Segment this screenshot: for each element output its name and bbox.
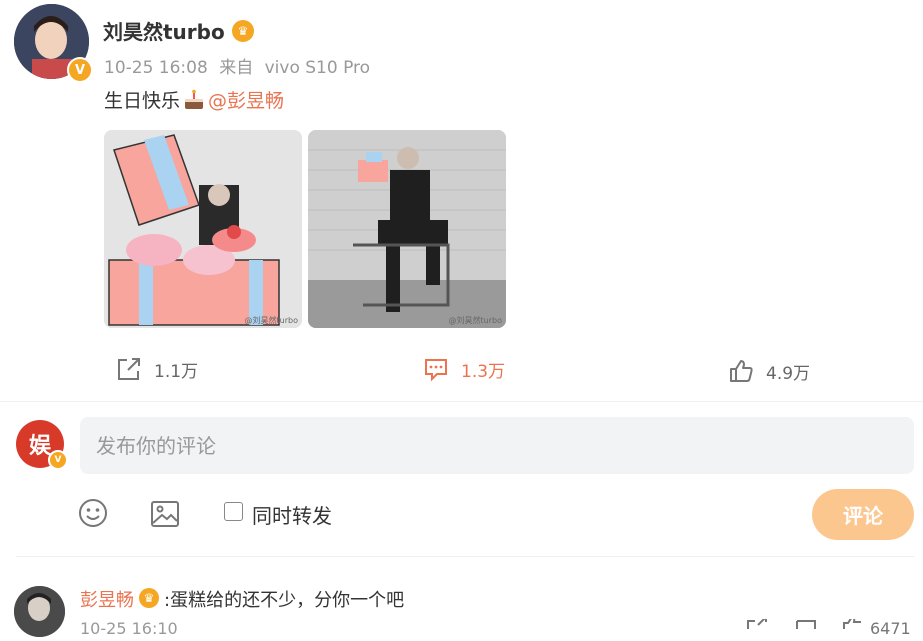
comment-repost-icon[interactable] bbox=[746, 619, 768, 629]
author-name[interactable]: 刘昊然turbo bbox=[103, 16, 225, 45]
post-image-2[interactable]: @刘昊然turbo bbox=[308, 130, 506, 328]
comment-text: :蛋糕给的还不少，分你一个吧 bbox=[164, 590, 405, 611]
divider bbox=[0, 401, 923, 402]
comment-input[interactable] bbox=[80, 417, 914, 474]
thumbs-up-icon bbox=[843, 619, 861, 629]
crown-icon: ♛ bbox=[232, 20, 254, 42]
repost-label[interactable]: 同时转发 bbox=[252, 500, 332, 529]
thumbs-up-icon bbox=[730, 360, 753, 382]
repost-icon bbox=[118, 358, 140, 380]
commenter-name[interactable]: 彭昱畅 bbox=[80, 586, 134, 612]
verified-badge-icon: V bbox=[48, 450, 68, 470]
like-count: 4.9万 bbox=[766, 363, 811, 384]
cake-emoji-icon bbox=[185, 89, 204, 109]
comment-button[interactable]: 1.3万 bbox=[423, 356, 505, 382]
post-text-body: 生日快乐 bbox=[104, 90, 181, 112]
repost-button[interactable]: 1.1万 bbox=[116, 356, 198, 382]
repost-count: 1.1万 bbox=[154, 361, 199, 382]
post-image-1[interactable]: @刘昊然turbo bbox=[104, 130, 302, 328]
comment-reply-icon[interactable] bbox=[795, 619, 817, 629]
image-upload-icon[interactable] bbox=[150, 500, 180, 528]
image-watermark: @刘昊然turbo bbox=[448, 316, 502, 325]
post-meta: 10-25 16:08 来自 vivo S10 Pro bbox=[104, 53, 370, 78]
source-prefix: 来自 bbox=[219, 58, 254, 78]
image-watermark: @刘昊然turbo bbox=[244, 316, 298, 325]
verified-badge-icon: V bbox=[67, 57, 93, 83]
divider bbox=[16, 556, 914, 557]
post-text: 生日快乐 @彭昱畅 bbox=[104, 86, 284, 113]
post-source: vivo S10 Pro bbox=[264, 58, 371, 78]
post-time[interactable]: 10-25 16:08 bbox=[104, 58, 208, 78]
comment-icon bbox=[425, 359, 447, 382]
repost-checkbox[interactable] bbox=[224, 502, 243, 521]
submit-comment-button[interactable]: 评论 bbox=[812, 489, 914, 540]
emoji-icon[interactable] bbox=[78, 498, 108, 528]
commenter-avatar[interactable] bbox=[14, 586, 65, 637]
crown-icon: ♛ bbox=[139, 588, 159, 608]
comment-count: 1.3万 bbox=[461, 361, 506, 382]
like-button[interactable]: 4.9万 bbox=[728, 358, 810, 384]
mention-link[interactable]: @彭昱畅 bbox=[208, 86, 284, 113]
